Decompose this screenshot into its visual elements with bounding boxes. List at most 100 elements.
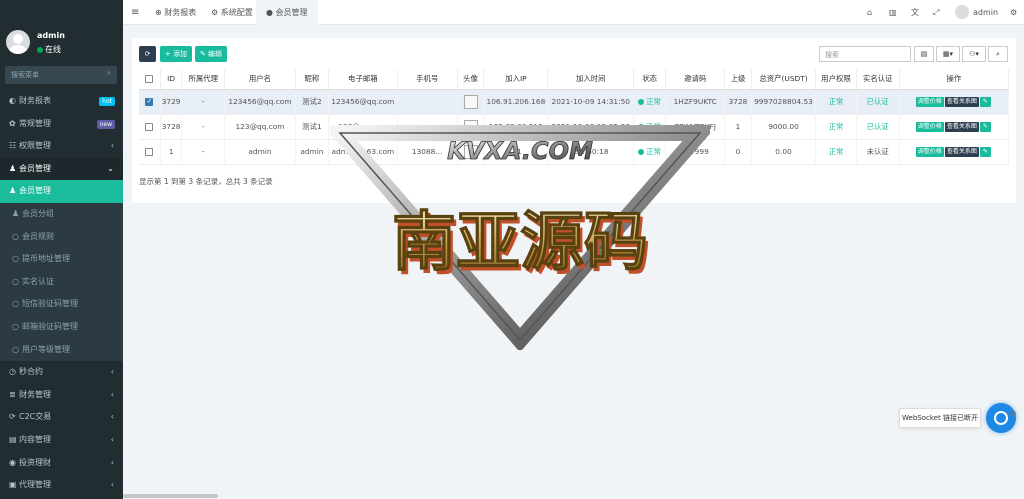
- column-header[interactable]: [139, 69, 161, 90]
- edit-row-icon[interactable]: ✎: [979, 147, 991, 157]
- sidebar-item-0[interactable]: ◐ 财务报表 hot: [0, 90, 123, 113]
- home-icon[interactable]: ⌂: [867, 0, 872, 25]
- cell-avatar: [457, 114, 485, 140]
- column-header[interactable]: 总资产(USDT): [751, 69, 817, 90]
- member-table: ID 所属代理 用户名 昵称 电子邮箱 手机号 头像 加入IP 加入时间 状态 邀请码 上级 总资产(U…: [139, 69, 1010, 165]
- column-header[interactable]: 状态: [633, 69, 667, 90]
- adjust-price-button[interactable]: 调整价格: [915, 97, 944, 107]
- briefcase-icon: ▣: [9, 480, 17, 490]
- table-search-input[interactable]: 搜索: [819, 46, 911, 62]
- tab-dashboard[interactable]: ⊕ 财务报表: [155, 0, 196, 25]
- trash-icon[interactable]: ▥: [889, 0, 897, 25]
- group-icon: ☷: [9, 141, 17, 151]
- sidebar-item-5[interactable]: ♟ 会员分组: [0, 202, 123, 226]
- sidebar-item-6[interactable]: ○ 会员规则: [0, 225, 123, 249]
- sidebar-item-label: 实名认证: [22, 276, 54, 286]
- fullscreen-icon[interactable]: ⤢: [933, 0, 939, 25]
- avatar-icon: [955, 5, 969, 19]
- column-header[interactable]: 加入时间: [547, 69, 635, 90]
- horizontal-scrollbar[interactable]: [123, 494, 218, 498]
- broken-image-icon[interactable]: [463, 119, 478, 134]
- cell-time: 2021-10-08 15:35:06: [547, 114, 635, 140]
- operations-cell: 调整价格 查看关系图 ✎: [899, 89, 1010, 115]
- column-header[interactable]: 用户权限: [815, 69, 857, 90]
- cell-time: 2...:50:18: [547, 139, 635, 165]
- table-row[interactable]: 3728-123@qq.com 测试1 123@qq.com 125.83.86.21…: [139, 114, 1010, 140]
- sidebar-item-label: 内容管理: [19, 434, 51, 444]
- search-toggle-icon[interactable]: ⌕: [988, 46, 1008, 62]
- edit-row-icon[interactable]: ✎: [979, 122, 991, 132]
- view-relations-button[interactable]: 查看关系图: [944, 122, 979, 132]
- column-header[interactable]: 昵称: [295, 69, 330, 90]
- user-avatar-top[interactable]: admin: [955, 0, 998, 25]
- user-icon: ♟: [9, 163, 17, 173]
- sidebar-item-13[interactable]: ≣ 财务管理 ‹: [0, 384, 123, 407]
- sidebar-item-15[interactable]: ▤ 内容管理 ‹: [0, 429, 123, 452]
- column-header[interactable]: 用户名: [224, 69, 296, 90]
- view-relations-button[interactable]: 查看关系图: [944, 97, 979, 107]
- sidebar-item-17[interactable]: ▣ 代理管理 ‹: [0, 474, 123, 497]
- sidebar-item-2[interactable]: ☷ 权限管理 ‹: [0, 135, 123, 158]
- sidebar-item-3[interactable]: ♟ 会员管理 ⌄: [0, 157, 123, 181]
- translate-icon[interactable]: 文: [911, 0, 919, 25]
- sidebar-item-label: 秒合约: [19, 367, 43, 377]
- cell-realname: 未认证: [856, 139, 900, 165]
- sidebar-item-label: 邮箱验证码管理: [22, 321, 78, 331]
- settings-icon[interactable]: ⚙: [1010, 0, 1017, 25]
- table-row[interactable]: 1- admin admin admin@163.com 13088... ...1 2..…: [139, 139, 1010, 165]
- sidebar-item-11[interactable]: ○ 用户等级管理: [0, 338, 123, 362]
- column-header[interactable]: ID: [160, 69, 183, 90]
- view-relations-button[interactable]: 查看关系图: [944, 147, 979, 157]
- sidebar-item-8[interactable]: ○ 实名认证: [0, 270, 123, 294]
- sidebar-item-9[interactable]: ○ 短信验证码管理: [0, 293, 123, 316]
- row-checkbox[interactable]: [145, 148, 154, 156]
- edit-button[interactable]: ✎ 编辑: [195, 46, 227, 62]
- refresh-button[interactable]: ⟳: [139, 46, 156, 62]
- sidebar-item-7[interactable]: ○ 提币地址管理: [0, 248, 123, 271]
- add-button[interactable]: + 添加: [160, 46, 192, 62]
- row-checkbox[interactable]: [145, 97, 154, 106]
- adjust-price-button[interactable]: 调整价格: [915, 122, 944, 132]
- column-header[interactable]: 操作: [899, 69, 1010, 90]
- columns-icon[interactable]: ▦▾: [936, 46, 960, 62]
- row-checkbox-cell[interactable]: [139, 114, 161, 140]
- export-icon[interactable]: ⚇▾: [962, 46, 986, 62]
- search-icon[interactable]: ⌕: [107, 69, 111, 78]
- column-header[interactable]: 实名认证: [856, 69, 900, 90]
- gear-icon[interactable]: ⚙: [1009, 410, 1021, 426]
- row-checkbox-cell[interactable]: [139, 89, 161, 115]
- sidebar-item-label: 财务报表: [19, 96, 51, 105]
- select-all-checkbox[interactable]: [145, 75, 154, 84]
- sidebar-item-14[interactable]: ⟳ C2C交易 ‹: [0, 406, 123, 429]
- sidebar-item-label: 代理管理: [19, 480, 51, 490]
- broken-image-icon[interactable]: [463, 94, 478, 109]
- sidebar-item-12[interactable]: ◷ 秒合约 ‹: [0, 361, 123, 384]
- menu-toggle-icon[interactable]: ≡: [131, 0, 139, 25]
- sidebar-item-4[interactable]: ♟ 会员管理: [0, 180, 123, 203]
- sidebar-item-label: 会员分组: [22, 208, 54, 218]
- sidebar-item-1[interactable]: ✿ 常规管理 new: [0, 113, 123, 136]
- column-header[interactable]: 邀请码: [665, 69, 726, 90]
- tab-members[interactable]: ● 会员管理: [256, 0, 318, 25]
- column-header[interactable]: 所属代理: [181, 69, 226, 90]
- sidebar-item-label: 提币地址管理: [22, 254, 70, 264]
- sidebar-item-16[interactable]: ◉ 投资理财 ‹: [0, 452, 123, 475]
- sidebar-item-10[interactable]: ○ 邮箱验证码管理: [0, 315, 123, 339]
- menu-search-input[interactable]: 搜索菜单 ⌕: [5, 66, 117, 84]
- column-header[interactable]: 上级: [724, 69, 752, 90]
- cell-ip: 125.83.86.215: [483, 114, 549, 140]
- adjust-price-button[interactable]: 调整价格: [915, 147, 944, 157]
- chevron-icon: ‹: [110, 457, 114, 467]
- tab-config[interactable]: ⚙ 系统配置: [211, 0, 253, 25]
- column-header[interactable]: 手机号: [397, 69, 458, 90]
- broken-image-icon[interactable]: [463, 144, 478, 159]
- column-header[interactable]: 加入IP: [483, 69, 549, 90]
- row-checkbox[interactable]: [145, 123, 154, 131]
- column-header[interactable]: 电子邮箱: [328, 69, 398, 90]
- edit-row-icon[interactable]: ✎: [979, 97, 991, 107]
- cell-assets: 9000.00: [751, 114, 817, 140]
- table-row[interactable]: 3729-123456@qq.com测试2123456@qq.com106.91…: [139, 89, 1010, 115]
- toggle-view-icon[interactable]: ▤: [914, 46, 934, 62]
- column-header[interactable]: 头像: [457, 69, 485, 90]
- row-checkbox-cell[interactable]: [139, 139, 161, 165]
